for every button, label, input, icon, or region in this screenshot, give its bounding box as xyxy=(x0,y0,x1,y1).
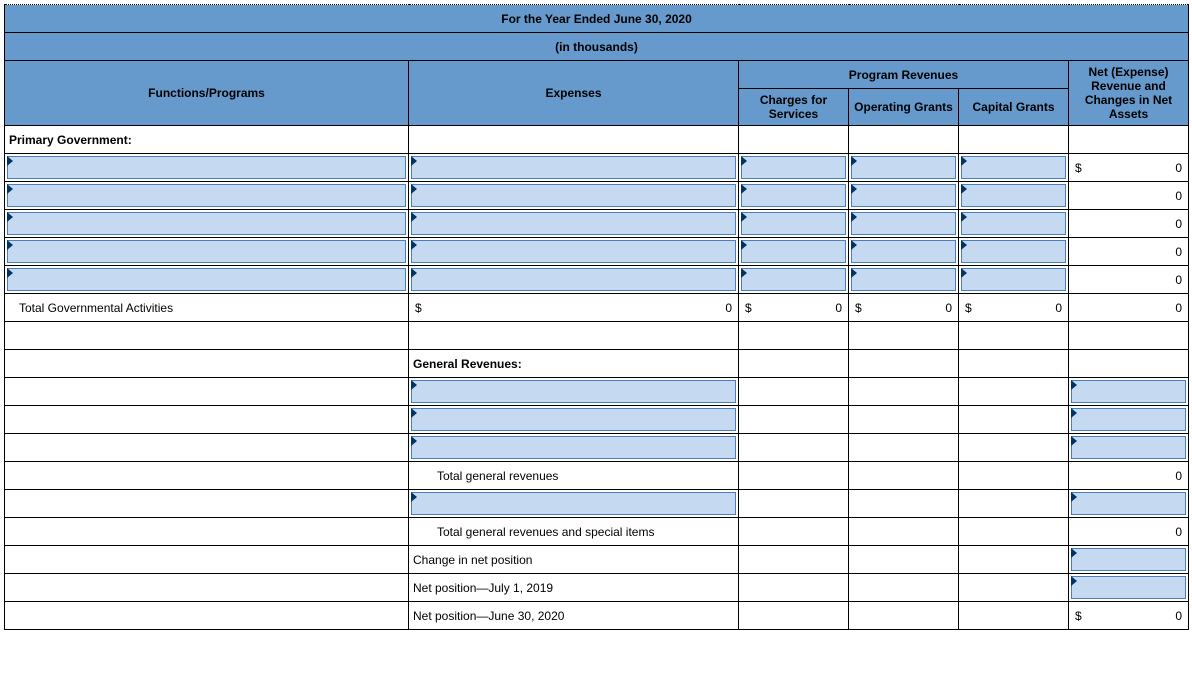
func-input[interactable] xyxy=(5,238,409,266)
net-input[interactable] xyxy=(1069,490,1189,518)
net-input[interactable] xyxy=(1069,434,1189,462)
net-val: 0 xyxy=(1069,462,1189,490)
cg-input[interactable] xyxy=(959,154,1069,182)
net-total: 0 xyxy=(1069,294,1189,322)
exp-input[interactable] xyxy=(409,182,739,210)
net-start-label: Net position—July 1, 2019 xyxy=(409,574,739,602)
net-end-val: $0 xyxy=(1069,602,1189,630)
hdr-functions: Functions/Programs xyxy=(5,61,409,126)
gen-rev-input[interactable] xyxy=(409,378,739,406)
chg-input[interactable] xyxy=(739,266,849,294)
row-gen-rev-hdr: General Revenues: xyxy=(5,350,1189,378)
input-row-2: 0 xyxy=(5,182,1189,210)
chg-input[interactable] xyxy=(739,210,849,238)
gen-rev-row-3 xyxy=(5,434,1189,462)
og-input[interactable] xyxy=(849,210,959,238)
cg-input[interactable] xyxy=(959,182,1069,210)
chg-total: $0 xyxy=(739,294,849,322)
net-val: 0 xyxy=(1069,238,1189,266)
hdr-program-revenues: Program Revenues xyxy=(739,61,1069,89)
cg-input[interactable] xyxy=(959,238,1069,266)
exp-input[interactable] xyxy=(409,154,739,182)
row-net-end: Net position—June 30, 2020 $0 xyxy=(5,602,1189,630)
row-blank xyxy=(5,322,1189,350)
exp-input[interactable] xyxy=(409,210,739,238)
statement-table: For the Year Ended June 30, 2020 (in tho… xyxy=(4,4,1189,630)
gen-rev-row-1 xyxy=(5,378,1189,406)
hdr-charges: Charges for Services xyxy=(739,89,849,126)
total-gen-rev-label: Total general revenues xyxy=(409,462,739,490)
net-input[interactable] xyxy=(1069,574,1189,602)
hdr-operating: Operating Grants xyxy=(849,89,959,126)
net-input[interactable] xyxy=(1069,378,1189,406)
gen-rev-row-2 xyxy=(5,406,1189,434)
primary-gov-label: Primary Government: xyxy=(5,126,409,154)
row-total-gen-rev: Total general revenues 0 xyxy=(5,462,1189,490)
special-row xyxy=(5,490,1189,518)
change-net-label: Change in net position xyxy=(409,546,739,574)
subtitle: (in thousands) xyxy=(5,33,1189,61)
net-val: 0 xyxy=(1069,210,1189,238)
total-gov-label: Total Governmental Activities xyxy=(5,294,409,322)
gen-rev-input[interactable] xyxy=(409,406,739,434)
row-total-gov: Total Governmental Activities $0 $0 $0 $… xyxy=(5,294,1189,322)
hdr-expenses: Expenses xyxy=(409,61,739,126)
hdr-net: Net (Expense) Revenue and Changes in Net… xyxy=(1069,61,1189,126)
net-val: 0 xyxy=(1069,518,1189,546)
subtitle-row: (in thousands) xyxy=(5,33,1189,61)
gen-rev-input[interactable] xyxy=(409,434,739,462)
cg-total: $0 xyxy=(959,294,1069,322)
og-input[interactable] xyxy=(849,238,959,266)
og-input[interactable] xyxy=(849,182,959,210)
func-input[interactable] xyxy=(5,182,409,210)
og-total: $0 xyxy=(849,294,959,322)
exp-total: $0 xyxy=(409,294,739,322)
title-row: For the Year Ended June 30, 2020 xyxy=(5,5,1189,33)
gen-rev-label: General Revenues: xyxy=(409,350,739,378)
exp-input[interactable] xyxy=(409,238,739,266)
chg-input[interactable] xyxy=(739,238,849,266)
chg-input[interactable] xyxy=(739,154,849,182)
net-val: $0 xyxy=(1069,154,1189,182)
func-input[interactable] xyxy=(5,154,409,182)
input-row-5: 0 xyxy=(5,266,1189,294)
special-input[interactable] xyxy=(409,490,739,518)
title: For the Year Ended June 30, 2020 xyxy=(5,5,1189,33)
header-row-1: Functions/Programs Expenses Program Reve… xyxy=(5,61,1189,89)
exp-input[interactable] xyxy=(409,266,739,294)
net-val: 0 xyxy=(1069,266,1189,294)
cg-input[interactable] xyxy=(959,210,1069,238)
net-input[interactable] xyxy=(1069,406,1189,434)
row-change-net: Change in net position xyxy=(5,546,1189,574)
input-row-1: $0 xyxy=(5,154,1189,182)
net-end-label: Net position—June 30, 2020 xyxy=(409,602,739,630)
total-gen-rev-special-label: Total general revenues and special items xyxy=(409,518,739,546)
hdr-capital: Capital Grants xyxy=(959,89,1069,126)
row-net-start: Net position—July 1, 2019 xyxy=(5,574,1189,602)
input-row-3: 0 xyxy=(5,210,1189,238)
og-input[interactable] xyxy=(849,266,959,294)
net-input[interactable] xyxy=(1069,546,1189,574)
net-val: 0 xyxy=(1069,182,1189,210)
func-input[interactable] xyxy=(5,210,409,238)
og-input[interactable] xyxy=(849,154,959,182)
func-input[interactable] xyxy=(5,266,409,294)
cg-input[interactable] xyxy=(959,266,1069,294)
row-primary-gov: Primary Government: xyxy=(5,126,1189,154)
row-total-gen-rev-special: Total general revenues and special items… xyxy=(5,518,1189,546)
input-row-4: 0 xyxy=(5,238,1189,266)
chg-input[interactable] xyxy=(739,182,849,210)
